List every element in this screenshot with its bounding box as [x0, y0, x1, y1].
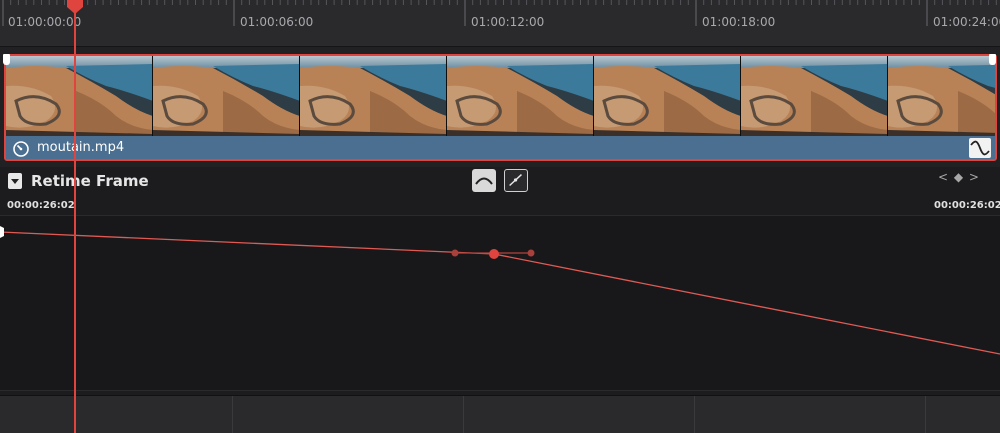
- curve-start-marker[interactable]: [0, 226, 4, 238]
- ease-curve-icon[interactable]: [472, 169, 496, 192]
- clip-thumbnail: [6, 56, 153, 136]
- ruler-timecode-1: 01:00:06:00: [240, 15, 314, 29]
- retime-curve-segment-2: [493, 253, 1000, 355]
- curve-icon[interactable]: [969, 138, 991, 158]
- clip-thumbnail: [741, 56, 888, 136]
- bezier-handle-right[interactable]: [527, 249, 535, 257]
- retime-keyframe[interactable]: [489, 249, 499, 259]
- retime-start-time: 00:00:26:02: [7, 200, 75, 211]
- track-divider: [925, 396, 926, 433]
- clip-thumbnail: [300, 56, 447, 136]
- clip-label-bar[interactable]: moutain.mp4: [6, 136, 995, 159]
- retime-curve-editor[interactable]: [0, 215, 1000, 391]
- bezier-handle-left[interactable]: [451, 249, 459, 257]
- clip-thumbnail: [153, 56, 300, 136]
- ruler-timecode-3: 01:00:18:00: [702, 15, 776, 29]
- clip-name: moutain.mp4: [37, 140, 125, 155]
- retime-header: Retime Frame < ◆ >: [0, 167, 1000, 195]
- clip-trim-handle-right[interactable]: [989, 54, 996, 65]
- retime-end-time: 00:00:26:02: [934, 200, 1000, 211]
- clip-thumbnail: [594, 56, 741, 136]
- clip-thumbnail: [888, 56, 995, 136]
- playhead-line[interactable]: [74, 8, 76, 433]
- ruler-timecode-0: 01:00:00:00: [8, 15, 82, 29]
- track-divider: [463, 396, 464, 433]
- linear-curve-icon[interactable]: [504, 169, 528, 192]
- ruler-timecode-2: 01:00:12:00: [471, 15, 545, 29]
- timeline-ruler[interactable]: 01:00:00:00 01:00:06:00 01:00:12:00 01:0…: [0, 0, 1000, 47]
- retime-curve-graph[interactable]: [0, 216, 1000, 392]
- clip-trim-handle-left[interactable]: [3, 54, 10, 65]
- track-divider: [694, 396, 695, 433]
- collapse-triangle-icon[interactable]: [8, 173, 22, 189]
- retime-title: Retime Frame: [31, 172, 149, 190]
- keyframe-navigator[interactable]: < ◆ >: [938, 170, 980, 184]
- clip-thumbnails: [6, 56, 995, 136]
- ruler-timecode-4: 01:00:24:00: [933, 15, 1000, 29]
- bottom-track: [0, 395, 1000, 433]
- track-divider: [232, 396, 233, 433]
- playhead-marker-icon[interactable]: [66, 0, 84, 14]
- video-track: moutain.mp4: [0, 47, 1000, 167]
- video-clip[interactable]: moutain.mp4: [4, 54, 997, 161]
- speedometer-icon[interactable]: [12, 140, 30, 158]
- clip-thumbnail: [447, 56, 594, 136]
